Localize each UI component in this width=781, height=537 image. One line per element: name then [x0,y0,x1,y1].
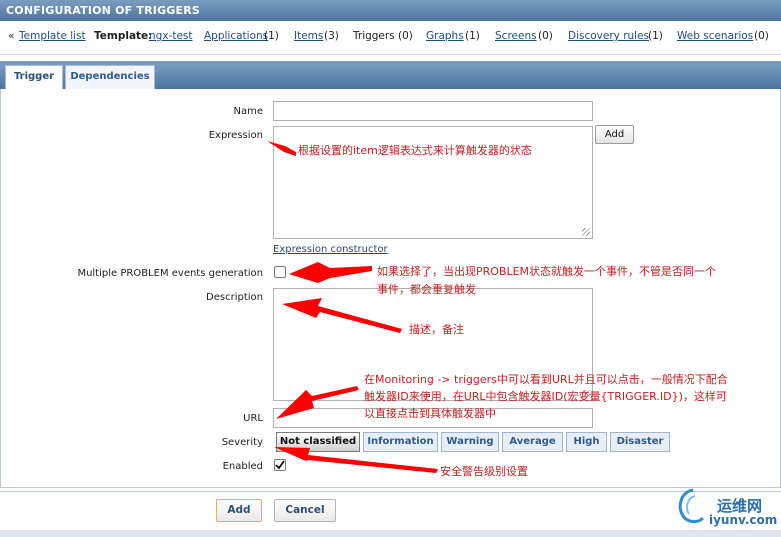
trigger-config-page: CONFIGURATION OF TRIGGERS « Template lis… [0,0,781,537]
arrow-url-icon [276,386,359,419]
watermark-swirl-icon [678,488,705,524]
arrow-expression-icon [267,141,296,156]
annotation-arrows [267,141,438,473]
watermark-logo: 运维网 iyunv.com [673,486,781,530]
arrow-severity-icon [274,447,438,473]
arrow-description-icon [282,298,402,333]
arrow-multiple-icon [289,262,372,283]
watermark-domain: iyunv.com [709,513,778,527]
